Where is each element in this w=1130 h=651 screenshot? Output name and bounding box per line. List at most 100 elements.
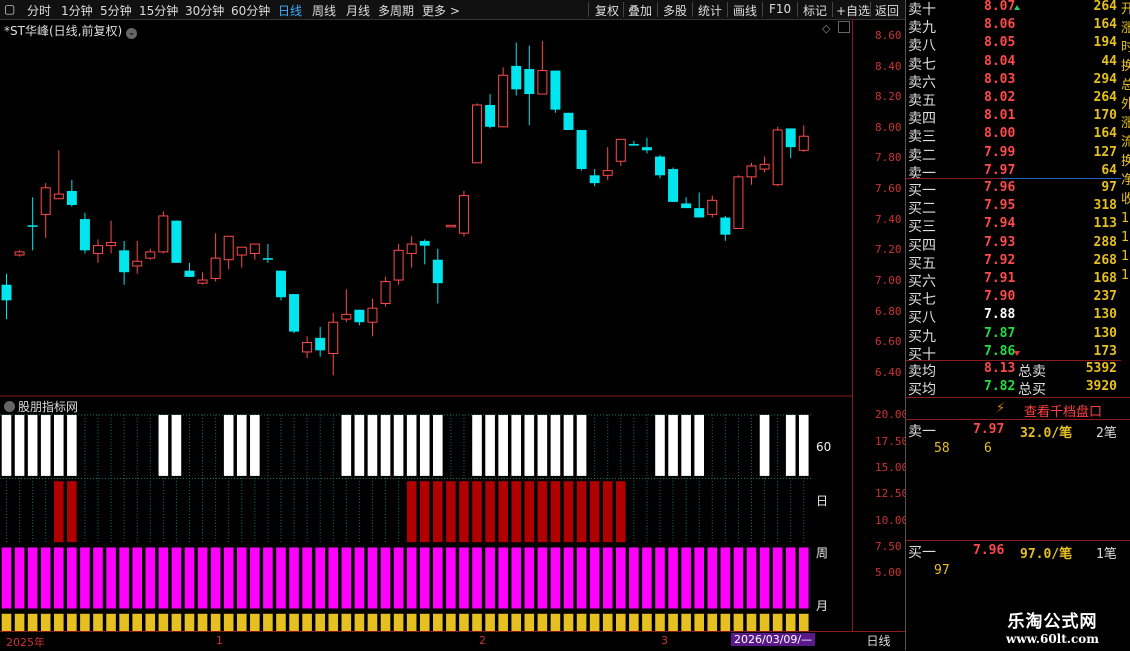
multi-stock-button[interactable]: 多股 xyxy=(663,2,687,19)
indicator-month-bar xyxy=(629,613,639,631)
mark-button[interactable]: 标记 xyxy=(803,2,827,19)
indicator-60-bar xyxy=(550,414,561,476)
indicator-month-bar xyxy=(733,613,744,631)
tab-5min[interactable]: 5分钟 xyxy=(100,2,132,19)
indicator-day-bar xyxy=(563,481,574,543)
stock-title[interactable]: *ST华峰(日线,前复权) ⌄ xyxy=(4,22,138,39)
statistics-button[interactable]: 统计 xyxy=(698,2,722,19)
indicator-60-bar xyxy=(419,414,430,476)
candle-body xyxy=(641,147,652,151)
indicator-day-bar xyxy=(576,481,587,543)
kline-chart[interactable] xyxy=(0,19,852,631)
ask1-detail-price: 7.97 xyxy=(973,422,1005,437)
tab-60min[interactable]: 60分钟 xyxy=(231,2,270,19)
candle-body xyxy=(40,187,51,215)
ask-level-name: 卖二 xyxy=(908,147,936,164)
bid-row[interactable]: 买六 7.91 168 xyxy=(906,271,1121,290)
bid-row[interactable]: 买九 7.87 130 xyxy=(906,326,1121,345)
menu-square-icon[interactable]: ▢ xyxy=(4,2,15,16)
indicator-60-bar xyxy=(485,414,495,476)
date-label: 1 xyxy=(216,634,223,647)
bid-row[interactable]: 买七 7.90 237 xyxy=(906,289,1121,309)
indicator-month-bar xyxy=(720,613,731,631)
ask-level-name: 卖五 xyxy=(908,93,936,109)
ask-row[interactable]: 卖四 8.01 170 xyxy=(906,108,1121,127)
bid-row[interactable]: 买五 7.92 268 xyxy=(906,252,1121,272)
candle-body xyxy=(393,249,404,281)
diamond-icon[interactable]: ◇ xyxy=(822,22,830,35)
bid1-detail-qty: 97.0/笔 xyxy=(1020,547,1073,562)
candle-body xyxy=(14,251,25,256)
tab-monthly[interactable]: 月线 xyxy=(346,2,370,19)
period-switch-button[interactable]: 日线 xyxy=(852,631,905,651)
tab-more[interactable]: 更多 > xyxy=(422,2,460,19)
indicator-title[interactable]: 股朋指标网 xyxy=(4,398,78,415)
bid-volume: 173 xyxy=(1093,343,1117,359)
ask-row[interactable]: 卖五 8.02 264 xyxy=(906,90,1121,109)
tab-daily[interactable]: 日线 xyxy=(278,2,302,19)
overlay-button[interactable]: 叠加 xyxy=(628,2,652,19)
indicator-60-bar xyxy=(798,414,809,476)
indicator-month-bar xyxy=(563,613,574,631)
indicator-month-bar xyxy=(276,613,286,631)
ask1-sub-2: 6 xyxy=(984,441,992,456)
bid-row[interactable]: 买八 7.88 130 xyxy=(906,307,1121,327)
bid-row[interactable]: 买一 7.96 97 xyxy=(906,180,1121,199)
f10-button[interactable]: F10 xyxy=(769,2,791,16)
toolbar-divider xyxy=(797,2,798,17)
indicator-week-bar xyxy=(511,547,522,609)
view-1000-level-button[interactable]: 查看千档盘口 xyxy=(1024,401,1102,420)
indicator-menu-icon[interactable] xyxy=(4,401,15,412)
bid-row[interactable]: 买四 7.93 288 xyxy=(906,235,1121,254)
bid-price: 7.92 xyxy=(984,252,1016,268)
logo-title: 乐淘公式网 xyxy=(1007,612,1098,632)
maximize-icon[interactable] xyxy=(838,21,850,33)
tab-30min[interactable]: 30分钟 xyxy=(185,2,224,19)
ask-level-name: 卖六 xyxy=(908,74,936,91)
indicator-week-bar xyxy=(563,547,574,609)
ask-row[interactable]: 卖八 8.05 194 xyxy=(906,35,1121,54)
tab-multi-period[interactable]: 多周期 xyxy=(378,2,414,19)
ask-row[interactable]: 卖三 8.00 164 xyxy=(906,126,1121,145)
indicator-week-bar xyxy=(119,547,129,609)
add-watchlist-button[interactable]: +自选 xyxy=(836,2,870,19)
indicator-month-bar xyxy=(93,613,103,631)
bid-level-name: 买七 xyxy=(908,292,936,309)
indicator-week-bar xyxy=(341,547,352,609)
indicator-week-bar xyxy=(406,547,417,609)
indicator-week-bar xyxy=(707,547,718,609)
back-button[interactable]: 返回 xyxy=(875,2,899,19)
ask-row[interactable]: 卖九 8.06 164 xyxy=(906,17,1121,36)
candle-body xyxy=(628,144,639,146)
candle-body xyxy=(537,70,548,95)
ask1-sub-1: 58 xyxy=(934,441,950,456)
tab-weekly[interactable]: 周线 xyxy=(312,2,336,19)
bid-row[interactable]: 买三 7.94 113 xyxy=(906,216,1121,235)
candle-body xyxy=(79,219,90,251)
indicator-60-bar xyxy=(681,414,691,476)
period-toolbar: ▢ 分时 1分钟 5分钟 15分钟 30分钟 60分钟 日线 周线 月线 多周期… xyxy=(0,0,905,20)
tab-1min[interactable]: 1分钟 xyxy=(61,2,93,19)
indicator-week-bar xyxy=(197,547,208,609)
candle-body xyxy=(681,203,692,209)
indicator-week-bar xyxy=(694,547,705,609)
ask-row[interactable]: 卖十 8.07 264 xyxy=(906,0,1121,18)
ask-row[interactable]: 卖二 7.99 127 xyxy=(906,145,1121,164)
tab-15min[interactable]: 15分钟 xyxy=(139,2,178,19)
indicator-week-bar xyxy=(250,547,260,609)
restore-rights-button[interactable]: 复权 xyxy=(595,2,619,19)
bid-row[interactable]: 买二 7.95 318 xyxy=(906,198,1121,217)
tab-fenshi[interactable]: 分时 xyxy=(27,2,51,19)
candle-body xyxy=(785,128,796,148)
row-label-60: 60 xyxy=(816,440,832,454)
draw-line-button[interactable]: 画线 xyxy=(733,2,757,19)
ask-row[interactable]: 卖七 8.04 44 xyxy=(906,54,1121,73)
ask-row[interactable]: 卖六 8.03 294 xyxy=(906,72,1121,91)
indicator-month-bar xyxy=(27,613,38,631)
title-dropdown-icon[interactable]: ⌄ xyxy=(126,28,138,39)
indicator-60-bar xyxy=(223,414,234,476)
bid-level-name: 买八 xyxy=(908,310,936,327)
indicator-60-bar xyxy=(27,414,38,476)
indicator-week-bar xyxy=(302,547,312,609)
ask1-detail-count: 2笔 xyxy=(1096,426,1117,441)
